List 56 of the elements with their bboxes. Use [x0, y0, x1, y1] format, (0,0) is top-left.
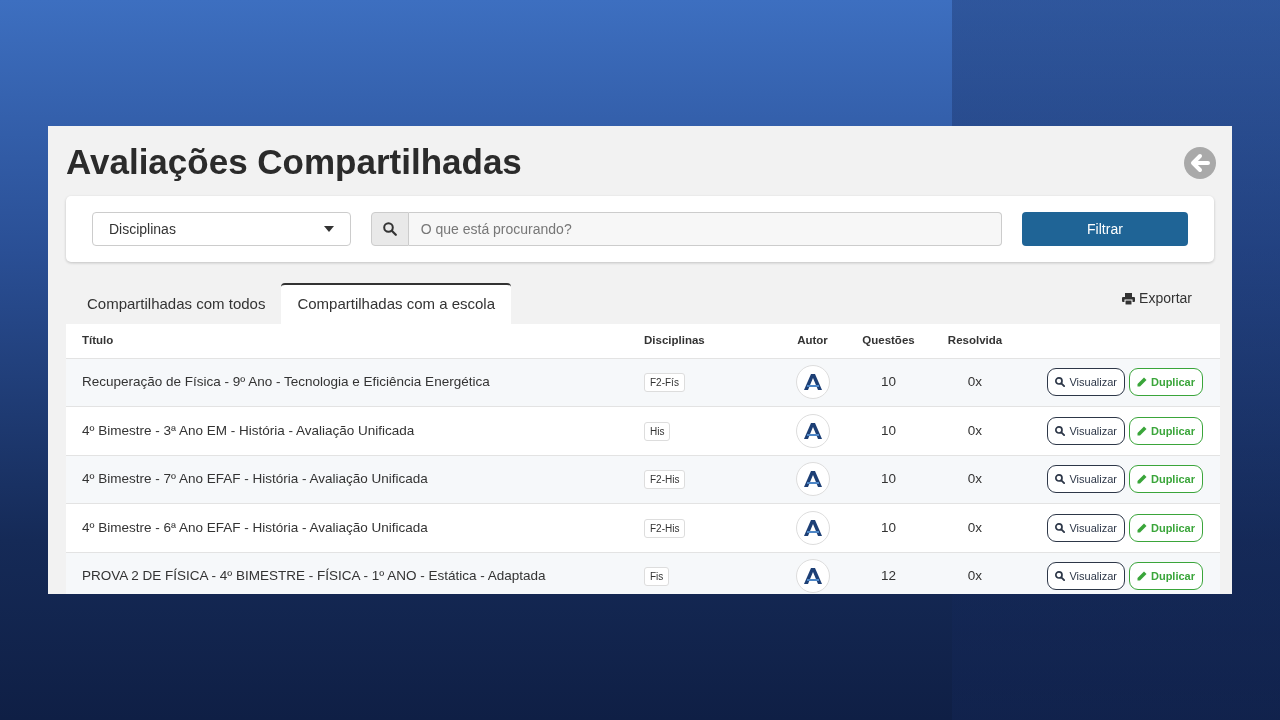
pencil-icon	[1137, 571, 1147, 582]
author-logo-icon	[803, 568, 822, 585]
author-logo-icon	[803, 422, 822, 439]
discipline-select[interactable]: Disciplinas	[92, 212, 351, 246]
discipline-tag: F2-Fís	[644, 373, 685, 393]
question-count: 10	[881, 422, 896, 438]
search-button[interactable]	[370, 212, 409, 246]
column-header: Questões	[862, 334, 915, 347]
export-button[interactable]: Exportar	[1118, 288, 1196, 309]
search-field[interactable]: O que está procurando?	[408, 212, 1002, 246]
pencil-icon	[1137, 425, 1147, 436]
discipline-tag: Fis	[644, 567, 670, 587]
filter-button[interactable]: Filtrar	[1021, 212, 1188, 246]
search-icon	[1055, 377, 1066, 388]
row-title: 4º Bimestre - 3ª Ano EM - História - Avaliação Unificada	[82, 422, 415, 438]
page-title: Avaliações Compartilhadas	[66, 143, 522, 179]
view-button[interactable]: Visualizar	[1047, 368, 1125, 397]
solved-count: 0x	[967, 568, 983, 584]
solved-count: 0x	[967, 471, 983, 487]
discipline-tag: His	[644, 421, 671, 441]
column-header: Autor	[797, 334, 828, 347]
author-logo-icon	[803, 471, 822, 488]
column-header: Disciplinas	[644, 334, 705, 347]
view-button[interactable]: Visualizar	[1047, 465, 1125, 494]
tab[interactable]: Compartilhadas com todos	[71, 283, 282, 324]
view-button[interactable]: Visualizar	[1047, 416, 1125, 445]
author-logo-icon	[803, 519, 822, 536]
tab[interactable]: Compartilhadas com a escola	[281, 283, 511, 324]
row-title: Recuperação de Física - 9º Ano - Tecnologia e Eficiência Energética	[82, 374, 490, 390]
search-icon	[1055, 571, 1066, 582]
discipline-tag: F2-His	[644, 470, 686, 490]
column-header: Resolvida	[947, 334, 1003, 347]
question-count: 10	[881, 519, 896, 535]
solved-count: 0x	[967, 422, 983, 438]
question-count: 10	[881, 374, 896, 390]
pencil-icon	[1137, 377, 1147, 388]
pencil-icon	[1137, 474, 1147, 485]
solved-count: 0x	[967, 519, 983, 535]
search-icon	[1055, 474, 1066, 485]
question-count: 12	[881, 568, 896, 584]
caret-icon	[323, 226, 334, 232]
view-button[interactable]: Visualizar	[1047, 513, 1125, 542]
row-title: 4º Bimestre - 6ª Ano EFAF - História - Avaliação Unificada	[82, 519, 428, 535]
row-title: PROVA 2 DE FÍSICA - 4º BIMESTRE - FÍSICA - 1º ANO - Estática - Adaptada	[82, 568, 546, 584]
search-icon	[1055, 425, 1066, 436]
row-title: 4º Bimestre - 7º Ano EFAF - História - Avaliação Unificada	[82, 471, 428, 487]
discipline-tag: F2-His	[644, 518, 686, 538]
view-button[interactable]: Visualizar	[1047, 562, 1125, 591]
question-count: 10	[881, 471, 896, 487]
solved-count: 0x	[967, 374, 983, 390]
author-logo-icon	[803, 374, 822, 391]
search-icon	[382, 222, 397, 236]
search-icon	[1055, 522, 1066, 533]
pencil-icon	[1137, 522, 1147, 533]
column-header: Título	[82, 334, 114, 347]
printer-icon	[1122, 292, 1136, 305]
